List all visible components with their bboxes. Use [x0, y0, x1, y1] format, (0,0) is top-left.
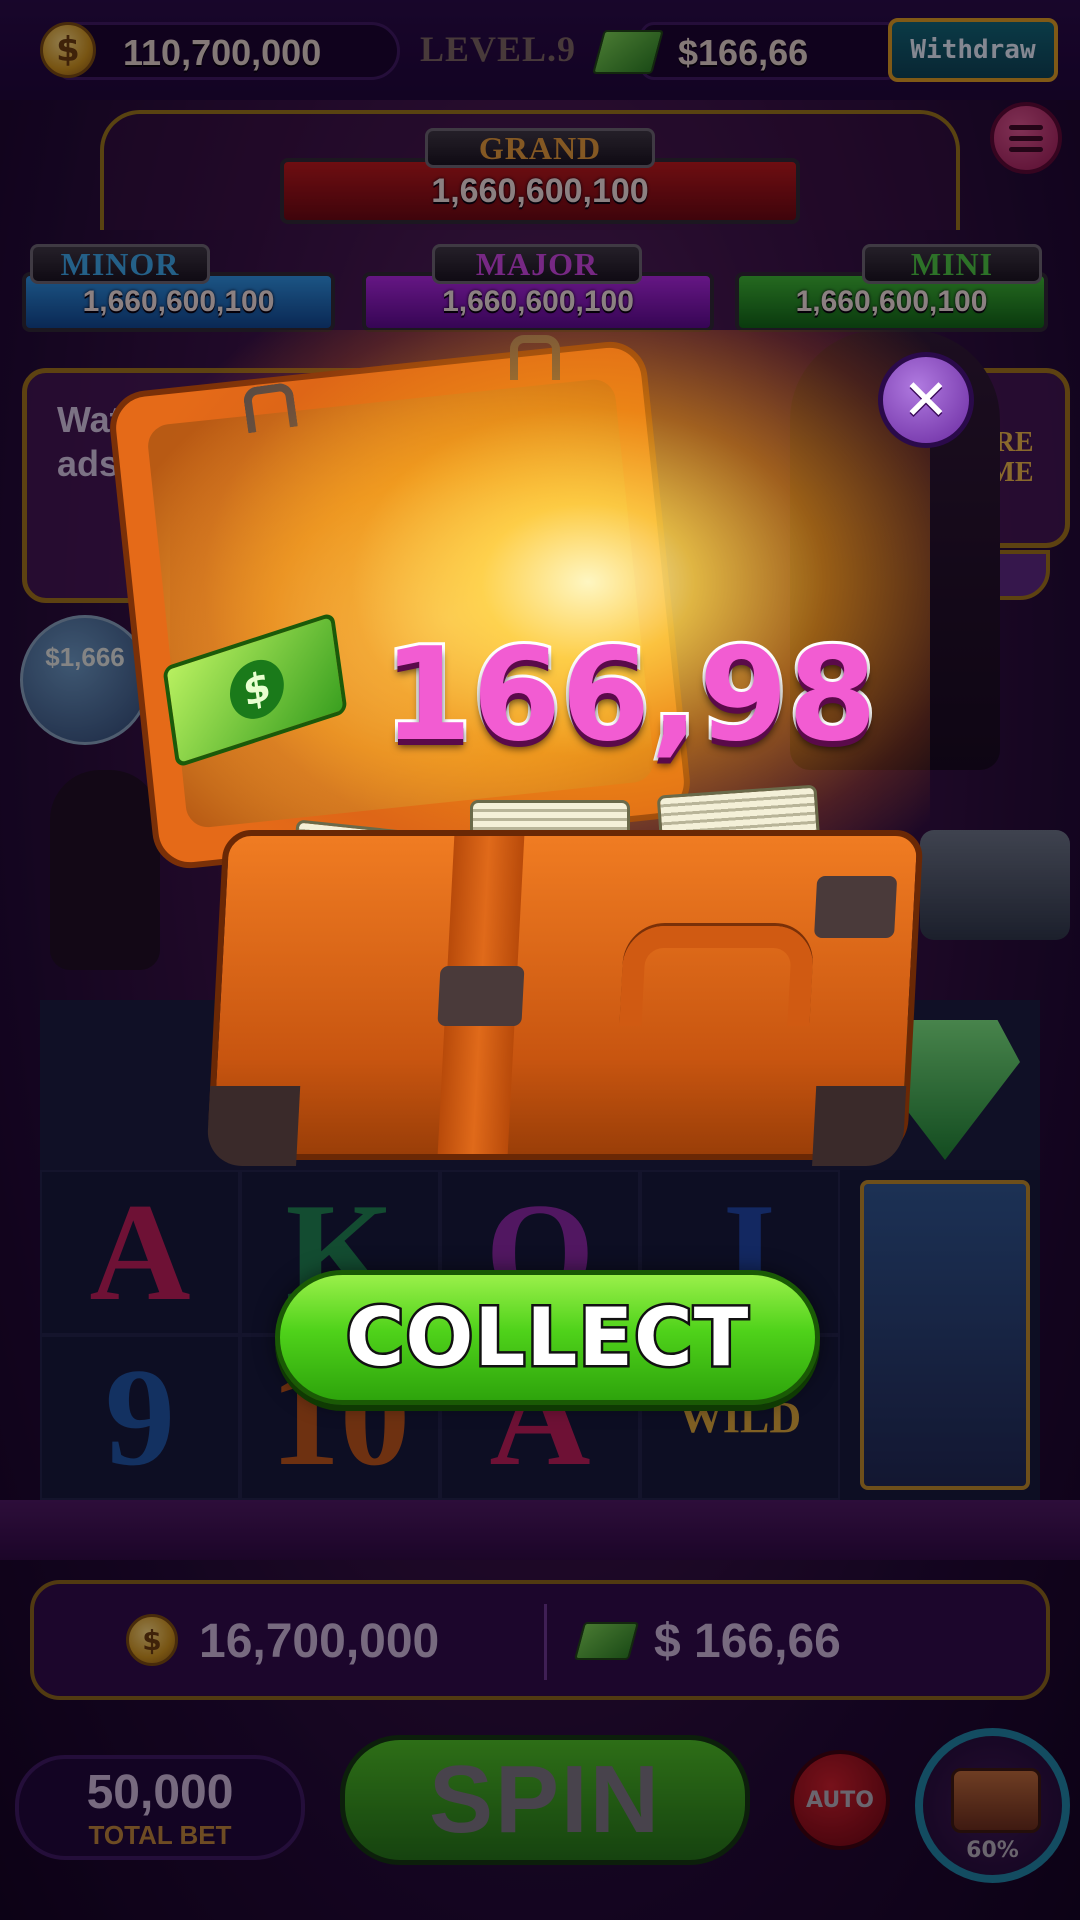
suitcase-handle [619, 926, 815, 1026]
dollar-sign-icon: $ [226, 652, 288, 727]
suitcase-corner-icon [206, 1086, 301, 1166]
reward-amount: 166,98 [380, 618, 880, 773]
reward-popup: $ 166,98 ✕ COLLECT [0, 0, 1080, 1920]
suitcase-latch-icon [813, 876, 898, 938]
close-button[interactable]: ✕ [878, 352, 974, 448]
collect-button[interactable]: COLLECT [275, 1270, 820, 1405]
suitcase-corner-icon [812, 1086, 907, 1166]
close-icon: ✕ [902, 367, 950, 433]
suitcase-body [206, 830, 924, 1166]
suitcase-latch-icon [437, 966, 525, 1026]
